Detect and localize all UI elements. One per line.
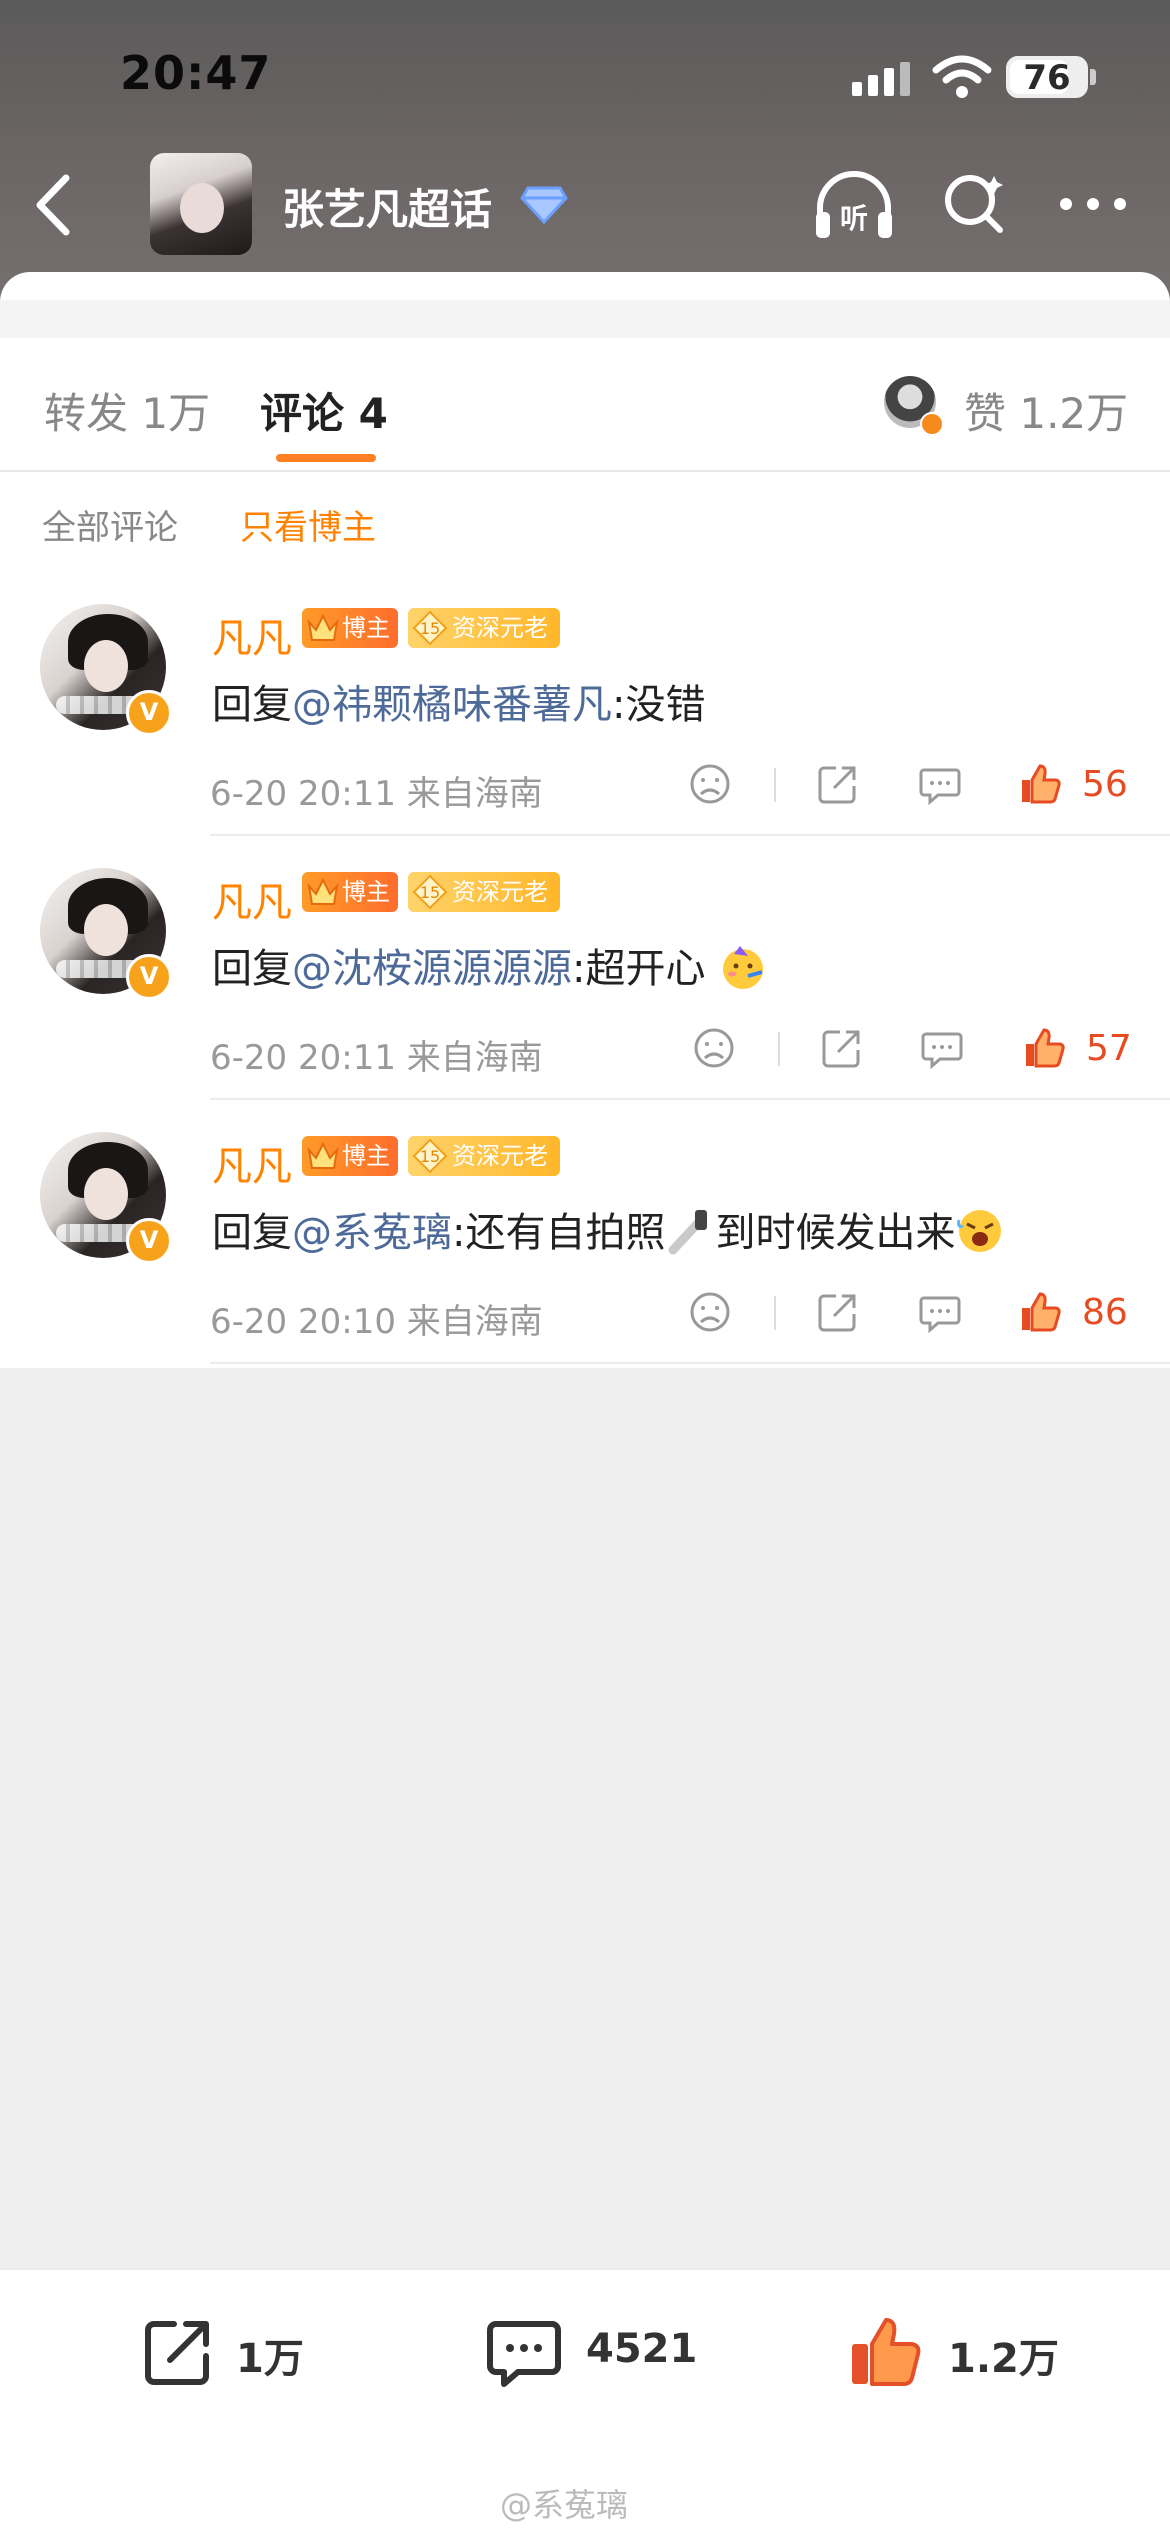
level-15-icon: 15 [412, 874, 448, 910]
comment-meta: 6-20 20:10 来自海南 [210, 1302, 543, 1342]
dislike-face-icon[interactable] [688, 762, 732, 806]
svg-text:15: 15 [420, 619, 440, 638]
mention-link[interactable]: @系菟璃 [292, 1210, 452, 1256]
bottom-action-bar: 1万 4521 1.2万 @系菟璃 [0, 2268, 1170, 2534]
blogger-badge: 博主 [302, 872, 398, 912]
svg-text:听: 听 [840, 202, 868, 235]
like-count-total[interactable]: 1.2万 [948, 2326, 1059, 2384]
comment-filter-row: 全部评论 只看博主 [0, 472, 1170, 572]
commenter-name[interactable]: 凡凡 [212, 1134, 292, 1192]
tab-comment[interactable]: 评论 4 [260, 380, 388, 441]
comment-meta: 6-20 20:11 来自海南 [210, 1038, 543, 1078]
senior-member-badge: 15 资深元老 [408, 608, 560, 648]
commenter-name[interactable]: 凡凡 [212, 606, 292, 664]
blogger-badge: 博主 [302, 608, 398, 648]
verified-v-icon: V [126, 690, 172, 736]
mention-link[interactable]: @沈桉源源源源 [292, 946, 572, 992]
topic-avatar[interactable] [150, 153, 252, 255]
dislike-face-icon[interactable] [692, 1026, 736, 1070]
search-icon[interactable] [940, 168, 1010, 238]
watermark: @系菟璃 [500, 2486, 629, 2524]
thumbs-up-icon[interactable] [1018, 762, 1062, 806]
battery-level: 76 [1023, 58, 1071, 98]
filter-all-comments[interactable]: 全部评论 [42, 500, 178, 549]
share-icon[interactable] [816, 762, 860, 806]
like-count: 57 [1086, 1028, 1132, 1069]
more-options-icon[interactable] [1058, 196, 1128, 212]
commenter-name[interactable]: 凡凡 [212, 870, 292, 928]
comment-text: 回复@系菟璃:还有自拍照 到时候发出来 [212, 1200, 1005, 1258]
svg-text:15: 15 [420, 1147, 440, 1166]
wifi-icon [932, 55, 992, 98]
crown-icon [307, 877, 339, 905]
thumbs-up-icon[interactable] [1018, 1290, 1062, 1334]
tab-likes[interactable]: 赞 1.2万 [964, 380, 1128, 441]
list-item: V 凡凡 博主 15 资深元老 回复@祎颗橘味番薯凡:没错 6-20 20:11… [0, 572, 1170, 836]
interaction-tabs: 转发 1万 评论 4 赞 1.2万 [0, 338, 1170, 472]
level-15-icon: 15 [412, 1138, 448, 1174]
crown-icon [307, 1141, 339, 1169]
status-time: 20:47 [120, 46, 272, 100]
comment-text: 回复@祎颗橘味番薯凡:没错 [212, 682, 706, 728]
dislike-face-icon[interactable] [688, 1290, 732, 1334]
share-icon[interactable] [816, 1290, 860, 1334]
comment-meta: 6-20 20:11 来自海南 [210, 774, 543, 814]
top-bar: 20:47 76 张艺凡超话 听 [0, 0, 1170, 310]
verified-v-icon: V [126, 954, 172, 1000]
share-icon[interactable] [140, 2314, 216, 2390]
page-title[interactable]: 张艺凡超话 [282, 176, 492, 237]
party-face-emoji-icon [723, 946, 764, 989]
share-count[interactable]: 1万 [236, 2326, 304, 2384]
share-icon[interactable] [820, 1026, 864, 1070]
like-count: 56 [1082, 764, 1128, 805]
verified-badge-icon [920, 412, 944, 436]
svg-text:15: 15 [420, 883, 440, 902]
laughing-face-emoji-icon [957, 1210, 1002, 1252]
reply-icon[interactable] [918, 762, 962, 806]
mention-link[interactable]: @祎颗橘味番薯凡 [292, 682, 612, 728]
crown-icon [307, 613, 339, 641]
diamond-level-icon [520, 186, 568, 225]
comment-text: 回复@沈桉源源源源:超开心 [212, 936, 768, 994]
comment-list: V 凡凡 博主 15 资深元老 回复@祎颗橘味番薯凡:没错 6-20 20:11… [0, 572, 1170, 1368]
verified-v-icon: V [126, 1218, 172, 1264]
battery-icon: 76 [1006, 56, 1088, 98]
tab-repost[interactable]: 转发 1万 [44, 380, 210, 441]
active-tab-indicator [276, 454, 376, 462]
thumbs-up-icon[interactable] [1022, 1026, 1066, 1070]
reply-icon[interactable] [920, 1026, 964, 1070]
listen-headphones-icon[interactable]: 听 [812, 168, 896, 244]
reply-icon[interactable] [918, 1290, 962, 1334]
level-15-icon: 15 [412, 610, 448, 646]
selfie-arm-emoji-icon [668, 1210, 708, 1255]
thumbs-up-icon[interactable] [848, 2314, 924, 2390]
filter-blogger-only[interactable]: 只看博主 [240, 500, 376, 549]
comment-icon[interactable] [486, 2314, 562, 2390]
list-item: V 凡凡 博主 15 资深元老 回复@沈桉源源源源:超开心 6-20 20:11… [0, 836, 1170, 1100]
comment-count[interactable]: 4521 [586, 2326, 697, 2372]
senior-member-badge: 15 资深元老 [408, 872, 560, 912]
list-item: V 凡凡 博主 15 资深元老 回复@系菟璃:还有自拍照 到时候发出来 6-20 … [0, 1100, 1170, 1364]
senior-member-badge: 15 资深元老 [408, 1136, 560, 1176]
back-arrow-icon[interactable] [30, 170, 80, 240]
cellular-signal-icon [852, 62, 910, 96]
like-count: 86 [1082, 1292, 1128, 1333]
blogger-badge: 博主 [302, 1136, 398, 1176]
